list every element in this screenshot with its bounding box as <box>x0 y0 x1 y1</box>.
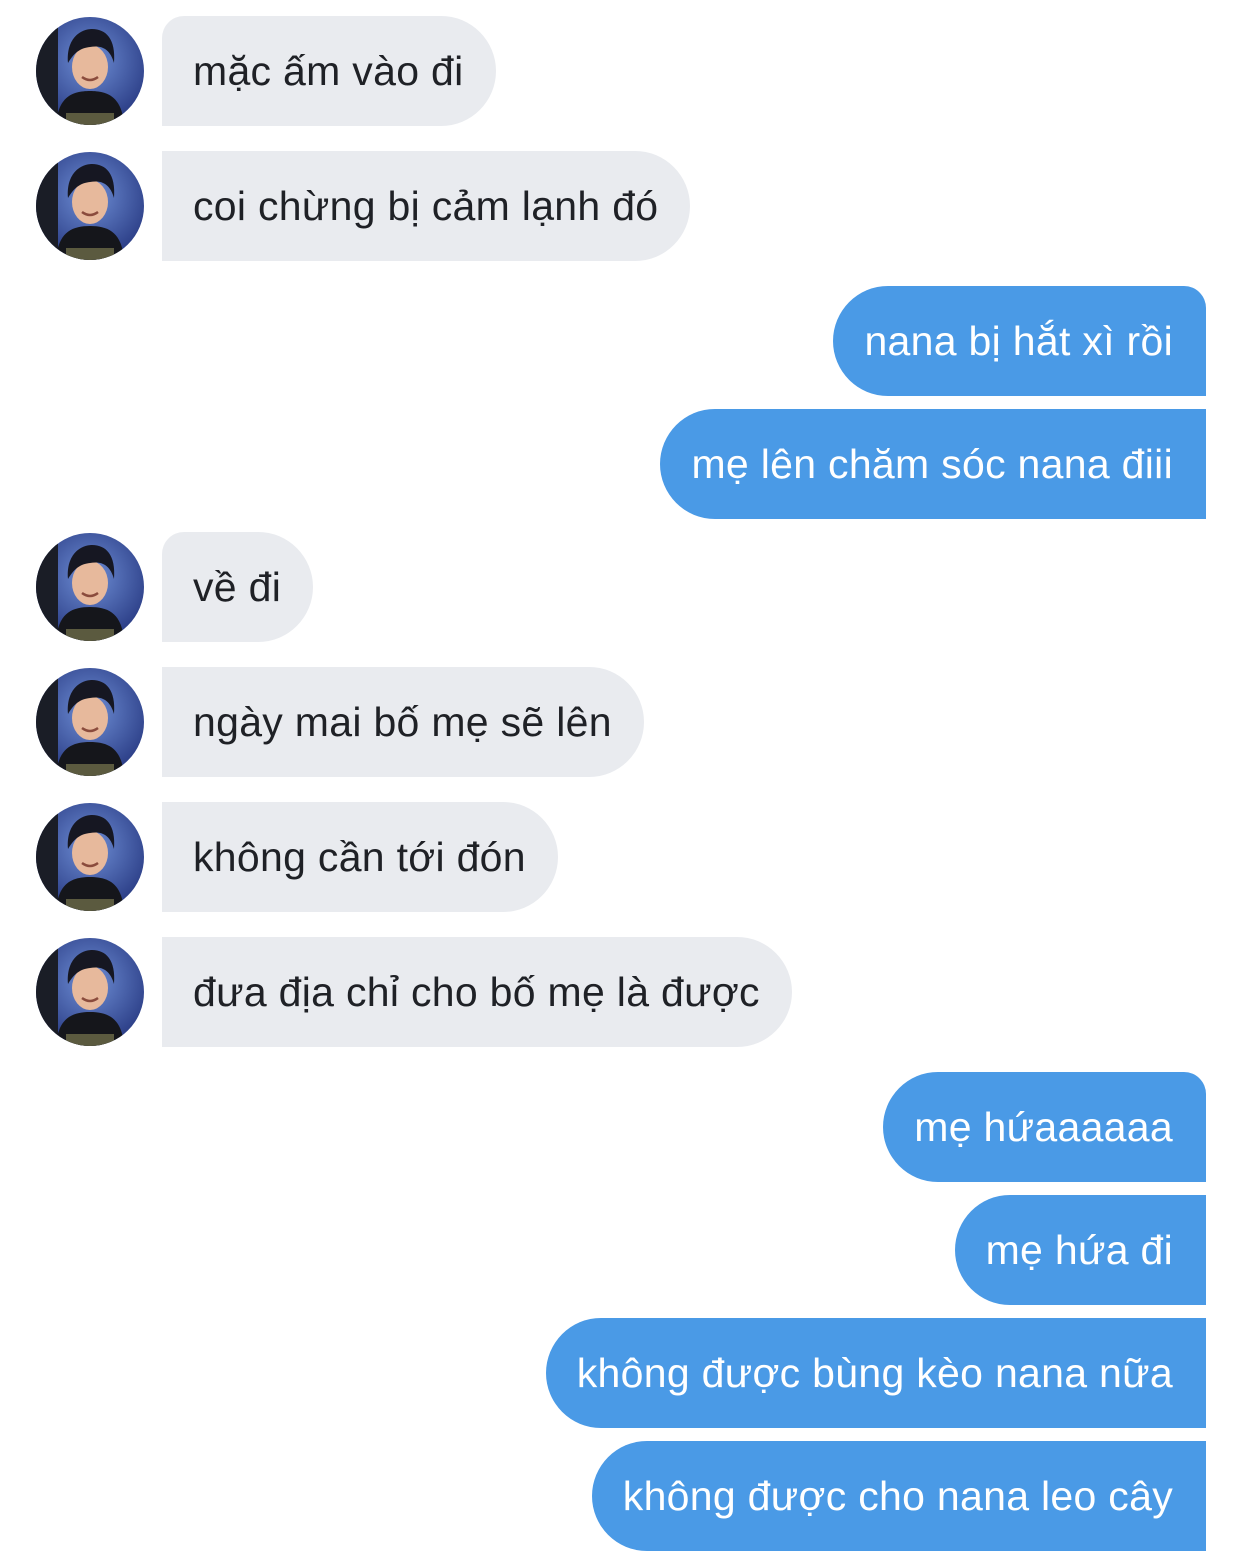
contact-avatar[interactable] <box>36 152 144 260</box>
message-bubble[interactable]: coi chừng bị cảm lạnh đó <box>162 151 691 261</box>
message-bubble[interactable]: không được bùng kèo nana nữa <box>545 1318 1206 1428</box>
message-bubble[interactable]: mẹ lên chăm sóc nana điii <box>660 409 1206 519</box>
message-bubble[interactable]: đưa địa chỉ cho bố mẹ là được <box>162 937 792 1047</box>
message-bubble[interactable]: mặc ấm vào đi <box>162 16 496 126</box>
contact-avatar[interactable] <box>36 938 144 1046</box>
avatar-photo-icon <box>36 152 144 260</box>
message-bubble[interactable]: không được cho nana leo cây <box>591 1441 1206 1551</box>
message-bubble[interactable]: mẹ hứaaaaaa <box>883 1072 1206 1182</box>
message-bubble[interactable]: nana bị hắt xì rồi <box>833 286 1206 396</box>
avatar-photo-icon <box>36 533 144 641</box>
message-bubble[interactable]: ngày mai bố mẹ sẽ lên <box>162 667 644 777</box>
contact-avatar[interactable] <box>36 803 144 911</box>
contact-avatar[interactable] <box>36 668 144 776</box>
contact-avatar[interactable] <box>36 533 144 641</box>
avatar-photo-icon <box>36 803 144 911</box>
contact-avatar[interactable] <box>36 17 144 125</box>
message-bubble[interactable]: không cần tới đón <box>162 802 558 912</box>
avatar-photo-icon <box>36 668 144 776</box>
message-bubble[interactable]: về đi <box>162 532 314 642</box>
message-thread: mặc ấm vào đi coi chừng bị cảm lạnh đó n… <box>0 0 1242 1562</box>
avatar-photo-icon <box>36 938 144 1046</box>
message-bubble[interactable]: mẹ hứa đi <box>954 1195 1206 1305</box>
avatar-photo-icon <box>36 17 144 125</box>
